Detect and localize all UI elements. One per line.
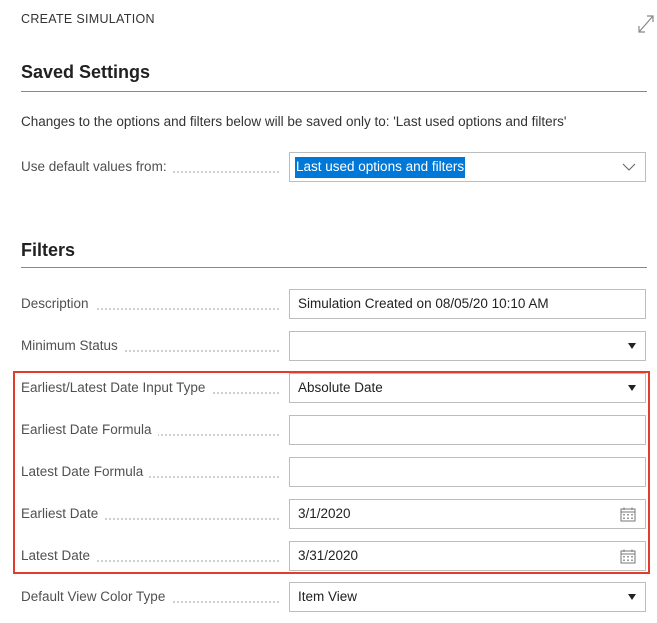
default-values-selected: Last used options and filters — [295, 157, 466, 178]
page-title: CREATE SIMULATION — [21, 12, 155, 26]
dropdown-arrow-icon — [628, 332, 636, 360]
minimum-status-select[interactable] — [289, 331, 646, 361]
minimum-status-row: Minimum Status — [21, 330, 647, 362]
description-label: Description — [21, 288, 283, 320]
expand-icon[interactable] — [636, 12, 656, 34]
saved-settings-info: Changes to the options and filters below… — [21, 114, 567, 129]
saved-settings-heading: Saved Settings — [21, 62, 151, 82]
minimum-status-label: Minimum Status — [21, 330, 283, 362]
filters-heading: Filters — [21, 240, 76, 260]
description-row: Description Simulation Created on 08/05/… — [21, 288, 647, 320]
view-color-type-label: Default View Color Type — [21, 581, 283, 613]
default-values-label: Use default values from: — [21, 151, 283, 183]
section-divider — [21, 91, 647, 92]
default-values-dropdown[interactable]: Last used options and filters — [289, 152, 646, 182]
date-fields-highlight — [13, 371, 650, 574]
chevron-down-icon — [622, 153, 636, 181]
section-divider — [21, 267, 647, 268]
default-values-row: Use default values from: Last used optio… — [21, 151, 647, 183]
view-color-type-row: Default View Color Type Item View — [21, 581, 647, 613]
description-input[interactable]: Simulation Created on 08/05/20 10:10 AM — [289, 289, 646, 319]
dropdown-arrow-icon — [628, 583, 636, 611]
view-color-type-select[interactable]: Item View — [289, 582, 646, 612]
